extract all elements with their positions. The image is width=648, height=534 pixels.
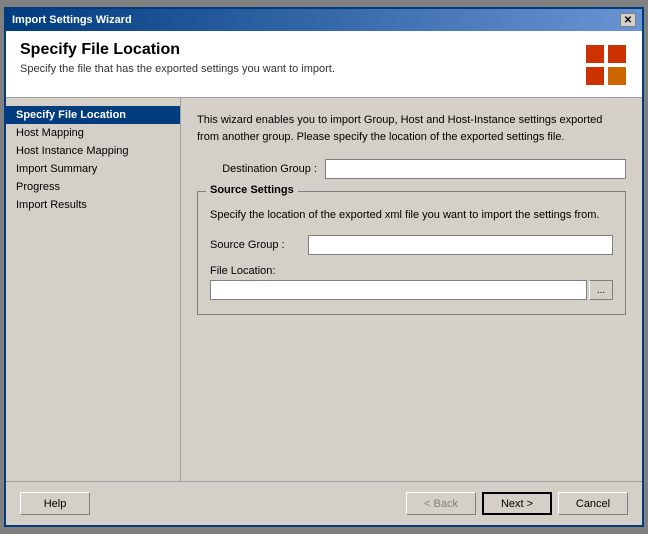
- window-title: Import Settings Wizard: [12, 14, 132, 26]
- footer-left: Help: [20, 492, 90, 515]
- footer: Help < Back Next > Cancel: [6, 481, 642, 525]
- icon-square-1: [586, 45, 604, 63]
- file-location-row: File Location: ...: [210, 265, 613, 300]
- sidebar-item-host-mapping[interactable]: Host Mapping: [6, 124, 180, 142]
- file-location-input[interactable]: [210, 280, 587, 300]
- footer-right: < Back Next > Cancel: [406, 492, 628, 515]
- source-group-input[interactable]: [308, 235, 613, 255]
- destination-group-input[interactable]: [325, 159, 626, 179]
- source-settings-group: Source Settings Specify the location of …: [197, 191, 626, 315]
- header-text: Specify File Location Specify the file t…: [20, 41, 335, 75]
- next-button[interactable]: Next >: [482, 492, 552, 515]
- source-settings-desc: Specify the location of the exported xml…: [210, 208, 613, 223]
- header-icon: [586, 45, 628, 87]
- destination-group-label: Destination Group :: [197, 163, 317, 175]
- content-area: Specify File Location Host Mapping Host …: [6, 98, 642, 481]
- intro-text: This wizard enables you to import Group,…: [197, 112, 626, 145]
- main-window: Import Settings Wizard ✕ Specify File Lo…: [4, 7, 644, 527]
- destination-group-row: Destination Group :: [197, 159, 626, 179]
- sidebar-item-import-results[interactable]: Import Results: [6, 196, 180, 214]
- header-area: Specify File Location Specify the file t…: [6, 31, 642, 98]
- cancel-button[interactable]: Cancel: [558, 492, 628, 515]
- back-button[interactable]: < Back: [406, 492, 476, 515]
- close-button[interactable]: ✕: [620, 13, 636, 27]
- title-bar: Import Settings Wizard ✕: [6, 9, 642, 31]
- source-group-row: Source Group :: [210, 235, 613, 255]
- browse-button[interactable]: ...: [589, 280, 613, 300]
- page-subtitle: Specify the file that has the exported s…: [20, 63, 335, 75]
- icon-square-3: [586, 67, 604, 85]
- source-group-label: Source Group :: [210, 239, 300, 251]
- sidebar-item-progress[interactable]: Progress: [6, 178, 180, 196]
- source-settings-legend: Source Settings: [206, 184, 298, 196]
- icon-square-4: [608, 67, 626, 85]
- page-title: Specify File Location: [20, 41, 335, 59]
- icon-square-2: [608, 45, 626, 63]
- sidebar-item-host-instance-mapping[interactable]: Host Instance Mapping: [6, 142, 180, 160]
- file-input-row: ...: [210, 280, 613, 300]
- sidebar: Specify File Location Host Mapping Host …: [6, 98, 181, 481]
- file-location-label: File Location:: [210, 265, 613, 277]
- help-button[interactable]: Help: [20, 492, 90, 515]
- sidebar-item-specify-file-location[interactable]: Specify File Location: [6, 106, 180, 124]
- sidebar-item-import-summary[interactable]: Import Summary: [6, 160, 180, 178]
- main-panel: This wizard enables you to import Group,…: [181, 98, 642, 481]
